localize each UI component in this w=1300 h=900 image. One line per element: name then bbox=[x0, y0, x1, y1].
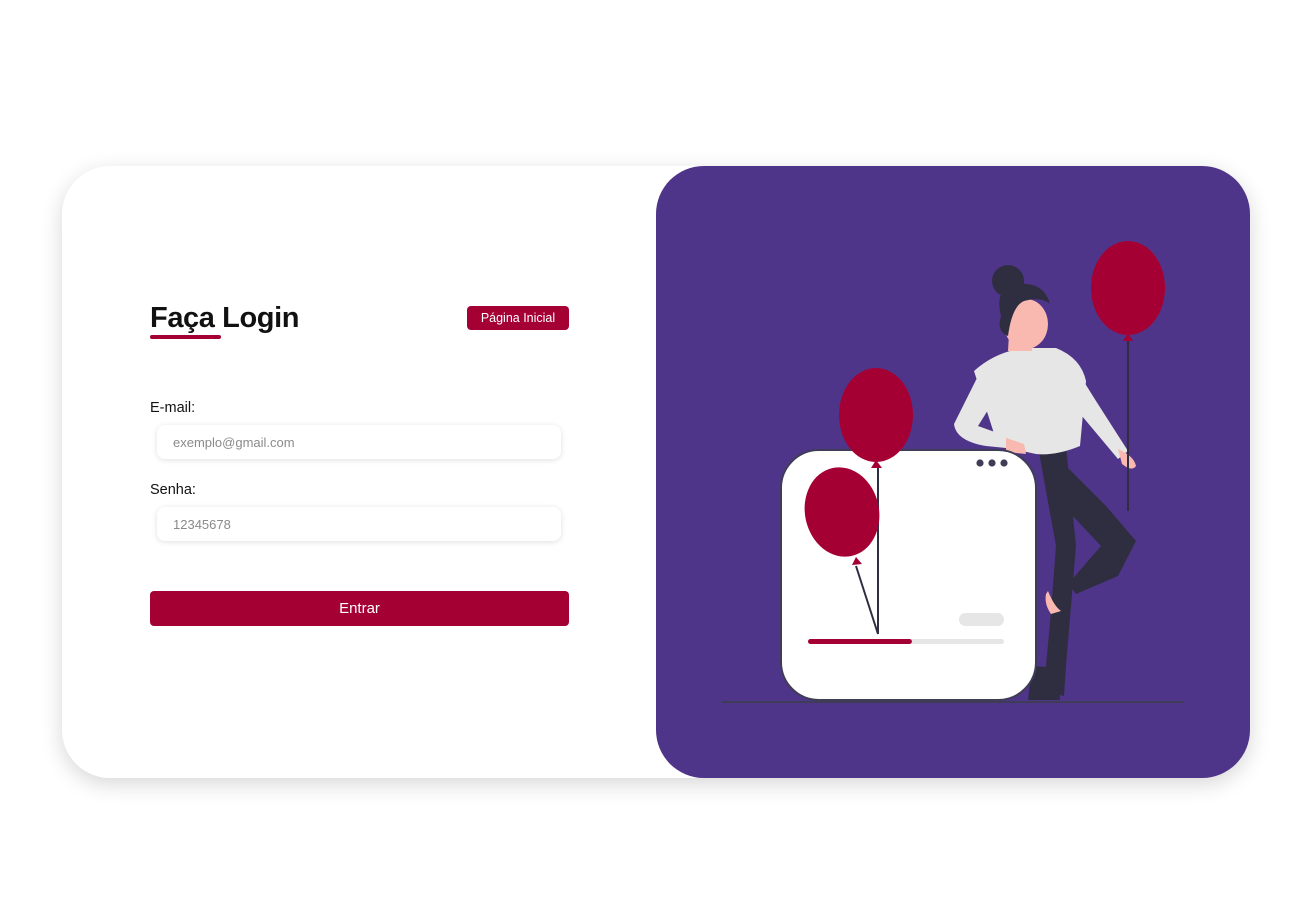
page-title: Faça Login bbox=[150, 302, 300, 334]
balloon-top bbox=[839, 368, 913, 462]
login-submit-button[interactable]: Entrar bbox=[150, 591, 569, 626]
card-progress-fill bbox=[808, 639, 912, 644]
title-underline bbox=[150, 335, 221, 339]
email-field[interactable] bbox=[157, 425, 561, 459]
login-card: Faça Login Página Inicial E-mail: Senha:… bbox=[62, 166, 1250, 778]
card-dot-1 bbox=[976, 459, 984, 467]
password-field[interactable] bbox=[157, 507, 561, 541]
card-pill bbox=[959, 613, 1004, 626]
home-page-button[interactable]: Página Inicial bbox=[467, 306, 569, 330]
login-form-panel: Faça Login Página Inicial E-mail: Senha:… bbox=[62, 166, 656, 778]
woman-hair-bun bbox=[992, 265, 1024, 297]
password-label: Senha: bbox=[150, 482, 196, 498]
woman-with-balloons-illustration bbox=[722, 241, 1184, 703]
email-label: E-mail: bbox=[150, 400, 196, 416]
illustration-panel bbox=[656, 166, 1250, 778]
balloon-right bbox=[1091, 241, 1165, 335]
card-dot-2 bbox=[988, 459, 996, 467]
card-dot-3 bbox=[1000, 459, 1008, 467]
